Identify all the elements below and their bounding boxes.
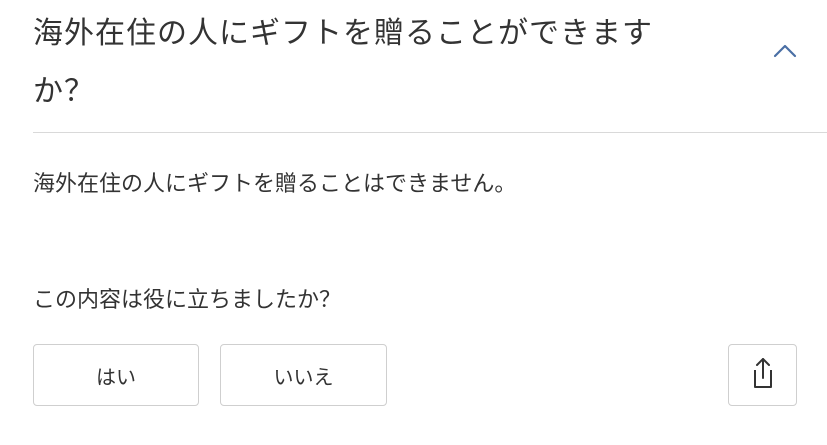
- share-button[interactable]: [728, 344, 797, 406]
- yes-button-label: はい: [96, 364, 136, 389]
- faq-question-header[interactable]: 海外在住の人にギフトを贈ることができますか？: [0, 0, 827, 132]
- feedback-prompt: この内容は役に立ちましたか？: [33, 288, 342, 313]
- faq-answer: 海外在住の人にギフトを贈ることはできません。: [33, 172, 517, 197]
- no-button-label: いいえ: [273, 364, 334, 389]
- faq-question: 海外在住の人にギフトを贈ることができますか？: [33, 16, 653, 109]
- chevron-up-icon[interactable]: [770, 38, 800, 64]
- faq-page: 海外在住の人にギフトを贈ることができますか？ 海外在住の人にギフトを贈ることはで…: [0, 0, 827, 445]
- no-button[interactable]: いいえ: [220, 344, 387, 406]
- share-icon: [748, 356, 778, 395]
- divider: [33, 132, 827, 133]
- yes-button[interactable]: はい: [33, 344, 199, 406]
